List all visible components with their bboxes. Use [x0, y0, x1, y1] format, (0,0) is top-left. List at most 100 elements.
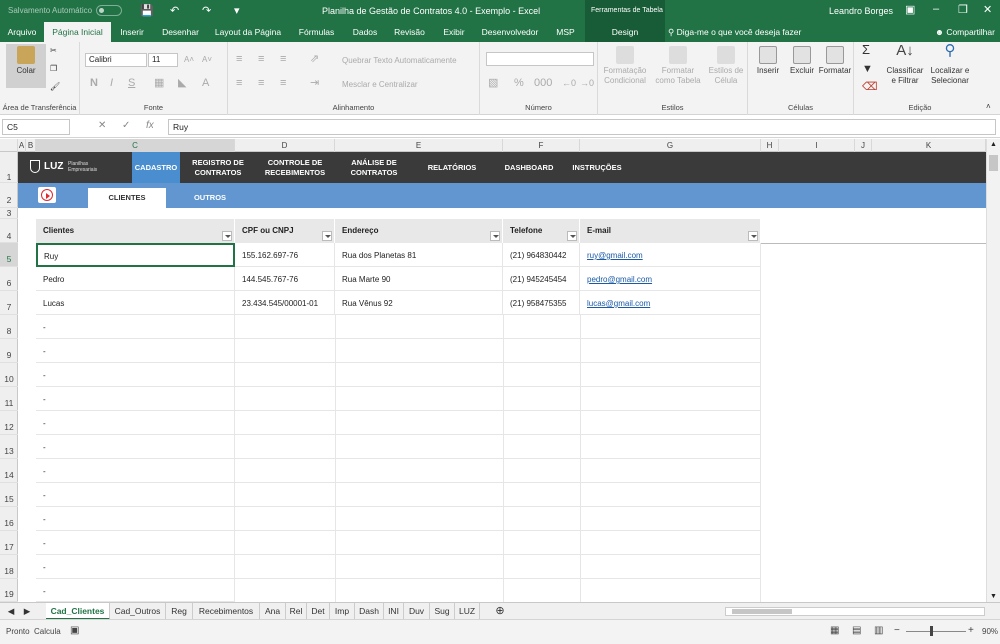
tab-exibir[interactable]: Exibir [434, 22, 474, 42]
table-cell[interactable]: Rua Marte 90 [335, 267, 503, 291]
autosave-toggle[interactable] [96, 5, 122, 16]
format-table-button[interactable]: Formatar como Tabela [652, 46, 704, 86]
borders-icon[interactable]: ▦ [154, 78, 164, 89]
select-all-corner[interactable] [0, 139, 18, 152]
table-cell[interactable]: Rua dos Planetas 81 [335, 243, 503, 267]
redo-icon[interactable]: ↷ [202, 4, 211, 17]
cut-icon[interactable]: ✂ [50, 46, 57, 56]
row-header[interactable]: 12 [0, 411, 18, 435]
underline-icon[interactable]: S [128, 78, 135, 89]
clear-icon[interactable]: ⌫ [862, 82, 878, 93]
sheet-tab-rel[interactable]: Rel [286, 603, 307, 620]
align-top-icon[interactable]: ≡ [236, 54, 242, 65]
indent-icon[interactable]: ⇥ [310, 78, 319, 89]
merge-center-button[interactable]: Mesclar e Centralizar [342, 80, 418, 90]
empty-cell[interactable]: - [36, 363, 235, 387]
page-break-view-icon[interactable]: ▥ [874, 625, 883, 636]
empty-cell[interactable]: - [36, 435, 235, 459]
table-cell[interactable]: Rua Vênus 92 [335, 291, 503, 315]
table-cell[interactable]: (21) 964830442 [503, 243, 580, 267]
row-header[interactable]: 4 [0, 219, 18, 243]
collapse-ribbon-icon[interactable]: ˄ [986, 102, 991, 112]
tab-pagina-inicial[interactable]: Página Inicial [44, 22, 111, 42]
empty-cell[interactable]: - [36, 387, 235, 411]
table-cell[interactable]: 23.434.545/00001-01 [235, 291, 335, 315]
align-center-icon[interactable]: ≡ [258, 78, 264, 89]
column-header-f[interactable]: F [503, 139, 580, 152]
bold-icon[interactable]: N [90, 78, 98, 89]
sheet-tab-cad-clientes[interactable]: Cad_Clientes [46, 603, 110, 620]
status-calc[interactable]: Calcula [34, 627, 61, 636]
sort-filter-button[interactable]: A↓ Classificar e Filtrar [884, 43, 926, 86]
delete-cells-button[interactable]: Excluir [786, 46, 818, 76]
empty-cell[interactable]: - [36, 411, 235, 435]
sheet-tab-reg[interactable]: Reg [166, 603, 193, 620]
prev-sheet-icon[interactable]: ◀ [4, 603, 18, 620]
paste-button[interactable]: Colar [6, 44, 46, 88]
email-link[interactable]: lucas@gmail.com [580, 291, 761, 315]
nav-controle-recebimentos[interactable]: CONTROLE DE RECEBIMENTOS [258, 152, 332, 183]
restore-icon[interactable]: ❐ [958, 3, 968, 16]
shrink-font-icon[interactable]: A˅ [202, 55, 212, 65]
tab-inserir[interactable]: Inserir [111, 22, 153, 42]
tab-msp[interactable]: MSP [546, 22, 585, 42]
table-cell[interactable]: (21) 945245454 [503, 267, 580, 291]
cancel-icon[interactable]: ✕ [98, 120, 106, 131]
zoom-slider-thumb[interactable] [930, 626, 933, 636]
conditional-format-button[interactable]: Formatação Condicional [602, 46, 648, 86]
save-icon[interactable]: 💾 [140, 4, 154, 17]
align-left-icon[interactable]: ≡ [236, 78, 242, 89]
row-header[interactable]: 2 [0, 183, 18, 208]
align-right-icon[interactable]: ≡ [280, 78, 286, 89]
insert-function-icon[interactable]: fx [146, 120, 154, 131]
filter-dropdown-icon[interactable] [322, 231, 332, 241]
copy-icon[interactable]: ❐ [50, 64, 57, 74]
font-size-select[interactable]: 11 [148, 53, 178, 67]
minimize-icon[interactable]: – [933, 3, 939, 15]
sheet-tab-duv[interactable]: Duv [404, 603, 430, 620]
column-header-k[interactable]: K [872, 139, 986, 152]
percent-icon[interactable]: % [514, 78, 524, 89]
format-painter-icon[interactable]: 🖌 [50, 82, 60, 92]
sheet-tab-ini[interactable]: INI [384, 603, 404, 620]
table-cell[interactable]: Lucas [36, 291, 235, 315]
sheet-tab-imp[interactable]: Imp [330, 603, 355, 620]
decrease-decimal-icon[interactable]: →0 [580, 78, 594, 88]
grow-font-icon[interactable]: A˄ [184, 55, 194, 65]
vertical-scrollbar[interactable]: ▲ ▼ [986, 139, 1000, 602]
column-header-e[interactable]: E [335, 139, 503, 152]
row-header[interactable]: 16 [0, 507, 18, 531]
tab-design[interactable]: Design [585, 22, 665, 42]
find-select-button[interactable]: ⚲ Localizar e Selecionar [928, 43, 972, 86]
empty-grid-area[interactable] [235, 315, 761, 602]
table-cell[interactable]: Ruy [36, 243, 235, 267]
tab-arquivo[interactable]: Arquivo [0, 22, 44, 42]
autosum-icon[interactable]: Σ [862, 43, 870, 56]
sheet-tab-ana[interactable]: Ana [260, 603, 286, 620]
tab-dados[interactable]: Dados [345, 22, 385, 42]
share-button[interactable]: ☻ Compartilhar [935, 27, 995, 37]
sheet-tab-det[interactable]: Det [307, 603, 330, 620]
sheet-tab-luz[interactable]: LUZ [455, 603, 480, 620]
empty-cell[interactable]: - [36, 483, 235, 507]
next-sheet-icon[interactable]: ▶ [20, 603, 34, 620]
row-header[interactable]: 14 [0, 459, 18, 483]
font-color-icon[interactable]: A [202, 78, 209, 89]
row-header[interactable]: 5 [0, 243, 18, 267]
empty-cell[interactable]: - [36, 339, 235, 363]
align-bottom-icon[interactable]: ≡ [280, 54, 286, 65]
row-header[interactable]: 3 [0, 208, 18, 219]
column-header-a[interactable]: A [18, 139, 26, 152]
email-link[interactable]: pedro@gmail.com [580, 267, 761, 291]
tell-me-search[interactable]: ⚲ Diga-me o que você deseja fazer [668, 27, 801, 38]
nav-relatorios[interactable]: RELATÓRIOS [418, 152, 486, 183]
table-cell[interactable]: 144.545.767-76 [235, 267, 335, 291]
scroll-thumb[interactable] [989, 155, 998, 171]
subtab-outros[interactable]: OUTROS [168, 188, 252, 208]
column-header-c[interactable]: C [36, 139, 235, 152]
nav-registro-contratos[interactable]: REGISTRO DE CONTRATOS [188, 152, 248, 183]
row-header[interactable]: 11 [0, 387, 18, 411]
tab-desenhar[interactable]: Desenhar [153, 22, 208, 42]
fill-color-icon[interactable]: ◣ [178, 78, 186, 89]
hscroll-thumb[interactable] [732, 609, 792, 614]
